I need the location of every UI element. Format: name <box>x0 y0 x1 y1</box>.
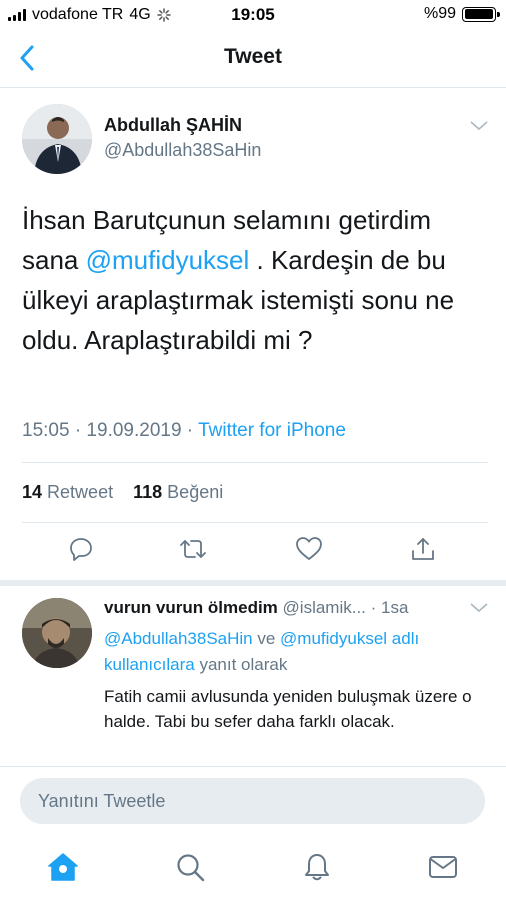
reply-options-button[interactable] <box>470 600 488 618</box>
tweet-actions <box>0 534 506 574</box>
tab-notifications[interactable] <box>300 850 334 884</box>
retweet-count: 14 <box>22 482 43 502</box>
reply-header: vurun vurun ölmedim @islamik... · 1sa <box>104 598 474 618</box>
reply-context-mention-1[interactable]: @Abdullah38SaHin <box>104 629 253 648</box>
divider <box>22 522 488 523</box>
status-bar: vodafone TR 4G 19:05 %99 <box>0 0 506 30</box>
reply-author-name[interactable]: vurun vurun ölmedim <box>104 598 278 617</box>
author-name[interactable]: Abdullah ŞAHİN <box>104 115 242 136</box>
likes-stat[interactable]: 118 Beğeni <box>133 482 223 502</box>
battery-percent: %99 <box>423 5 456 22</box>
like-button[interactable] <box>294 534 324 564</box>
reply-author-avatar[interactable] <box>22 598 92 668</box>
chevron-down-icon <box>470 603 488 613</box>
like-count: 118 <box>133 482 163 502</box>
like-label: Beğeni <box>167 482 224 502</box>
avatar-photo-icon <box>22 104 92 174</box>
avatar-photo-icon <box>22 598 92 668</box>
retweet-button[interactable] <box>178 534 208 564</box>
tab-search[interactable] <box>173 850 207 884</box>
retweets-stat[interactable]: 14 Retweet <box>22 482 113 502</box>
status-right: %99 <box>423 5 500 23</box>
heart-icon <box>296 537 322 560</box>
reply-context-suffix: yanıt olarak <box>194 655 288 674</box>
tab-bar <box>0 836 506 900</box>
tweet-source-link[interactable]: Twitter for iPhone <box>198 420 346 441</box>
reply-compose-input[interactable] <box>20 778 485 824</box>
messages-icon <box>429 856 457 878</box>
retweet-icon <box>180 540 206 558</box>
battery-icon <box>462 6 500 22</box>
tweet-options-button[interactable] <box>470 118 488 136</box>
home-icon <box>48 853 78 881</box>
reply-author-handle[interactable]: @islamik... <box>283 598 366 617</box>
reply-time: · 1sa <box>370 598 409 617</box>
divider <box>22 462 488 463</box>
tweet-mention-link[interactable]: @mufidyuksel <box>86 245 250 275</box>
reply-text: Fatih camii avlusunda yeniden buluşmak ü… <box>104 687 472 731</box>
search-icon <box>177 854 205 882</box>
nav-bar: Tweet <box>0 30 506 88</box>
reply-tweet[interactable]: vurun vurun ölmedim @islamik... · 1sa @A… <box>0 586 506 766</box>
chevron-down-icon <box>470 121 488 131</box>
tab-home[interactable] <box>46 850 80 884</box>
tab-messages[interactable] <box>426 850 460 884</box>
reply-context: @Abdullah38SaHin ve @mufidyuksel adlı ku… <box>104 626 484 678</box>
compose-bar <box>0 766 506 836</box>
reply-context-connector: ve <box>252 629 281 648</box>
timestamp-text: 15:05 · 19.09.2019 · <box>22 420 199 441</box>
tweet-text: İhsan Barutçunun selamını getirdim sana … <box>22 200 492 360</box>
reply-icon <box>70 538 92 561</box>
notifications-icon <box>305 854 329 881</box>
share-button[interactable] <box>408 534 438 564</box>
share-icon <box>412 538 434 560</box>
tweet-timestamp: 15:05 · 19.09.2019 · Twitter for iPhone <box>22 420 346 442</box>
reply-button[interactable] <box>66 534 96 564</box>
author-avatar[interactable] <box>22 104 92 174</box>
author-handle[interactable]: @Abdullah38SaHin <box>104 140 261 161</box>
page-title: Tweet <box>224 45 282 68</box>
tweet-stats: 14 Retweet 118 Beğeni <box>22 482 223 503</box>
retweet-label: Retweet <box>47 482 114 502</box>
